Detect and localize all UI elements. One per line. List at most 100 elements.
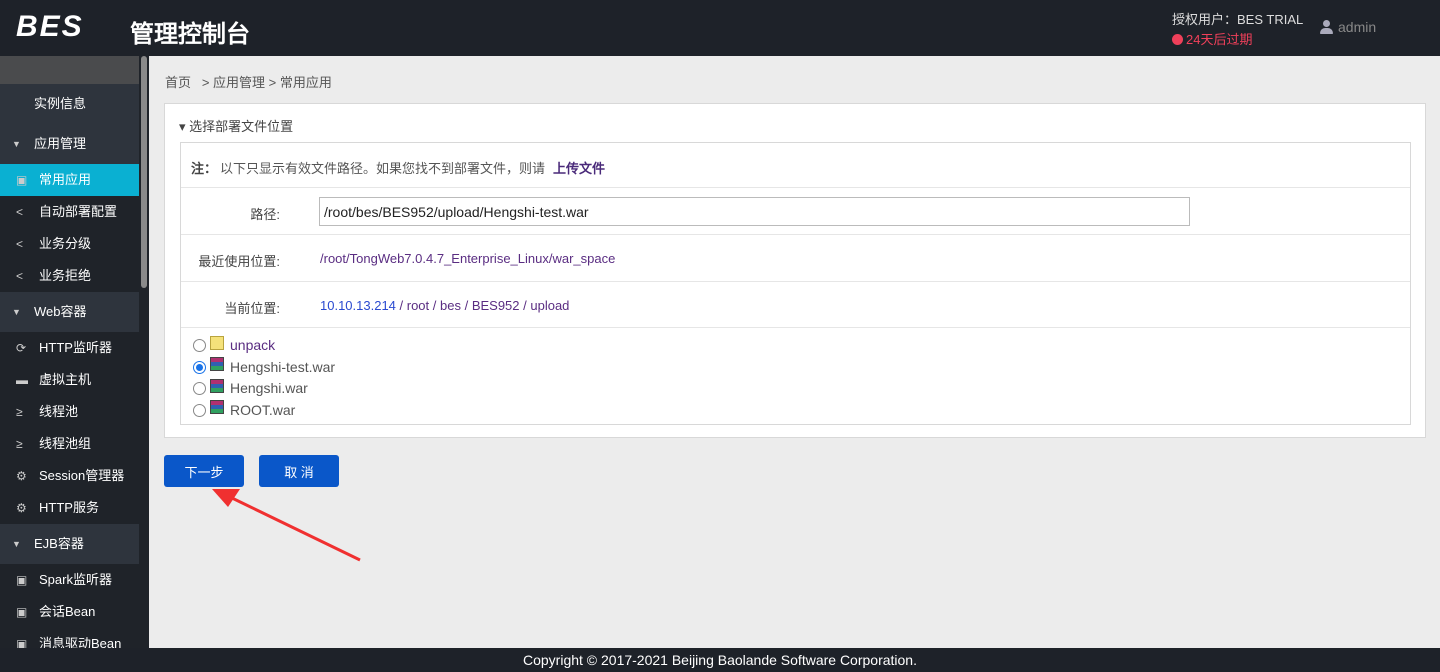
- sidebar-item-label: 应用管理: [34, 136, 87, 151]
- deploy-panel: ▾ 选择部署文件位置 注： 以下只显示有效文件路径。如果您找不到部署文件，则请 …: [164, 103, 1426, 438]
- sync-icon: ⟳: [16, 341, 27, 355]
- path-input[interactable]: [319, 197, 1190, 226]
- next-button[interactable]: 下一步: [164, 455, 244, 487]
- share-icon: <: [16, 269, 24, 283]
- note-row: 注： 以下只显示有效文件路径。如果您找不到部署文件，则请 上传文件: [181, 143, 1410, 188]
- breadcrumb: 首页 > 应用管理 > 常用应用: [165, 75, 332, 90]
- path-separator: /: [460, 298, 472, 313]
- gear-icon: ⚙: [16, 501, 27, 515]
- sidebar-item-label: 线程池: [39, 404, 79, 419]
- current-row: 当前位置: 10.10.13.214 / root / bes / BES952…: [181, 282, 1410, 328]
- sidebar-item-label: 业务拒绝: [39, 268, 92, 283]
- file-selector: 注： 以下只显示有效文件路径。如果您找不到部署文件，则请 上传文件 路径: 最近…: [180, 142, 1411, 425]
- sidebar-item-label: 消息驱动Bean: [39, 636, 122, 648]
- sidebar-group[interactable]: ▼ 应用管理: [0, 124, 139, 164]
- file-item[interactable]: Hengshi-test.war: [193, 357, 335, 379]
- sidebar-item[interactable]: < 自动部署配置: [0, 196, 139, 228]
- sidebar-item-label: Spark监听器: [39, 572, 112, 587]
- caret-down-icon: ▼: [12, 139, 21, 149]
- file-list: unpack Hengshi-test.war Hengshi.war ROOT.wa…: [193, 335, 335, 421]
- file-name[interactable]: unpack: [230, 335, 275, 356]
- sidebar-scrollbar[interactable]: [139, 56, 149, 648]
- sidebar-item-label: EJB容器: [34, 536, 84, 551]
- sidebar-item[interactable]: ▣ 消息驱动Bean: [0, 628, 139, 648]
- sidebar-item-label: HTTP服务: [39, 500, 99, 515]
- app-icon: ▣: [16, 637, 28, 648]
- file-radio[interactable]: [193, 360, 206, 374]
- app-title: 管理控制台: [130, 21, 250, 48]
- username: admin: [1338, 19, 1377, 35]
- sidebar-item-label: 会话Bean: [39, 604, 96, 619]
- sidebar-item-label: 线程池组: [39, 436, 92, 451]
- file-name[interactable]: Hengshi.war: [230, 378, 308, 399]
- header: BES 管理控制台 授权用户：BES TRIAL 24天后过期 admin: [0, 0, 1440, 56]
- sidebar-item-label: 业务分级: [39, 236, 92, 251]
- user-menu[interactable]: admin: [1320, 19, 1376, 35]
- sidebar-group[interactable]: ▼ EJB容器: [0, 524, 139, 564]
- path-segment-link[interactable]: BES952: [472, 298, 520, 313]
- file-radio[interactable]: [193, 403, 206, 417]
- path-segment-link[interactable]: upload: [530, 298, 569, 313]
- sidebar-item[interactable]: ▣ 会话Bean: [0, 596, 139, 628]
- section-title: 选择部署文件位置: [189, 119, 294, 134]
- sidebar-item[interactable]: ⚙ Session管理器: [0, 460, 139, 492]
- share-icon: <: [16, 237, 24, 251]
- share-icon: <: [16, 205, 24, 219]
- current-label: 当前位置:: [224, 301, 280, 316]
- recent-location-link[interactable]: /root/TongWeb7.0.4.7_Enterprise_Linux/wa…: [320, 251, 615, 266]
- path-segment-link[interactable]: bes: [440, 298, 461, 313]
- file-radio[interactable]: [193, 382, 206, 396]
- file-item[interactable]: ROOT.war: [193, 400, 335, 422]
- caret-down-icon: ▼: [12, 539, 21, 549]
- note-label: 注：: [191, 161, 218, 176]
- logo: BES: [16, 10, 84, 43]
- sidebar-item-label: Web容器: [34, 304, 87, 319]
- sidebar-item[interactable]: ▬ 虚拟主机: [0, 364, 139, 396]
- app-icon: ▣: [16, 573, 28, 587]
- upload-file-link[interactable]: 上传文件: [553, 158, 605, 177]
- user-icon: [1320, 20, 1333, 34]
- path-segment-link[interactable]: root: [407, 298, 429, 313]
- scrollbar-thumb[interactable]: [141, 56, 147, 288]
- monitor-icon: ▬: [16, 373, 28, 387]
- sidebar-item-label: 自动部署配置: [39, 204, 118, 219]
- caret-down-icon: ▼: [12, 307, 21, 317]
- file-radio[interactable]: [193, 339, 206, 353]
- sidebar-item[interactable]: < 业务拒绝: [0, 260, 139, 292]
- sidebar: 实例信息 ▼ 应用管理 ▣ 常用应用 < 自动部署配置 < 业务分级 < 业务拒绝 ▼ Web容器 ⟳ HT…: [0, 56, 139, 648]
- expiry-text: 24天后过期: [1186, 32, 1253, 47]
- sidebar-group[interactable]: ▼ Web容器: [0, 292, 139, 332]
- folder-icon: [210, 335, 224, 350]
- sidebar-item[interactable]: 实例信息: [0, 84, 139, 124]
- path-segment-link[interactable]: 10.10.13.214: [320, 298, 396, 313]
- path-separator: /: [395, 298, 407, 313]
- current-path: 10.10.13.214 / root / bes / BES952 / upl…: [320, 298, 569, 313]
- thread-icon: ≥: [16, 437, 23, 451]
- recent-label: 最近使用位置:: [198, 254, 280, 269]
- sidebar-item[interactable]: ▣ Spark监听器: [0, 564, 139, 596]
- recent-row: 最近使用位置: /root/TongWeb7.0.4.7_Enterprise_…: [181, 235, 1410, 282]
- note-text: 以下只显示有效文件路径。如果您找不到部署文件，则请: [220, 161, 546, 176]
- sidebar-item-label: HTTP监听器: [39, 340, 112, 355]
- file-name[interactable]: ROOT.war: [230, 400, 295, 421]
- sidebar-item[interactable]: ≥ 线程池: [0, 396, 139, 428]
- sidebar-item[interactable]: ≥ 线程池组: [0, 428, 139, 460]
- sidebar-item[interactable]: ⟳ HTTP监听器: [0, 332, 139, 364]
- section-toggle[interactable]: ▾ 选择部署文件位置: [179, 116, 293, 135]
- sidebar-item[interactable]: ▣ 常用应用: [0, 164, 139, 196]
- archive-icon: [210, 378, 224, 393]
- cancel-button[interactable]: 取 消: [259, 455, 339, 487]
- clock-icon: [1172, 34, 1183, 45]
- sidebar-item-label: 常用应用: [39, 172, 92, 187]
- app-icon: ▣: [16, 173, 28, 187]
- gear-icon: ⚙: [16, 469, 27, 483]
- file-item[interactable]: unpack: [193, 335, 335, 357]
- file-item[interactable]: Hengshi.war: [193, 378, 335, 400]
- file-name[interactable]: Hengshi-test.war: [230, 357, 335, 378]
- thread-icon: ≥: [16, 405, 23, 419]
- license-info: 授权用户：BES TRIAL: [1172, 12, 1304, 27]
- sidebar-item[interactable]: < 业务分级: [0, 228, 139, 260]
- sidebar-item[interactable]: ⚙ HTTP服务: [0, 492, 139, 524]
- sidebar-top: [0, 56, 139, 84]
- path-separator: /: [519, 298, 531, 313]
